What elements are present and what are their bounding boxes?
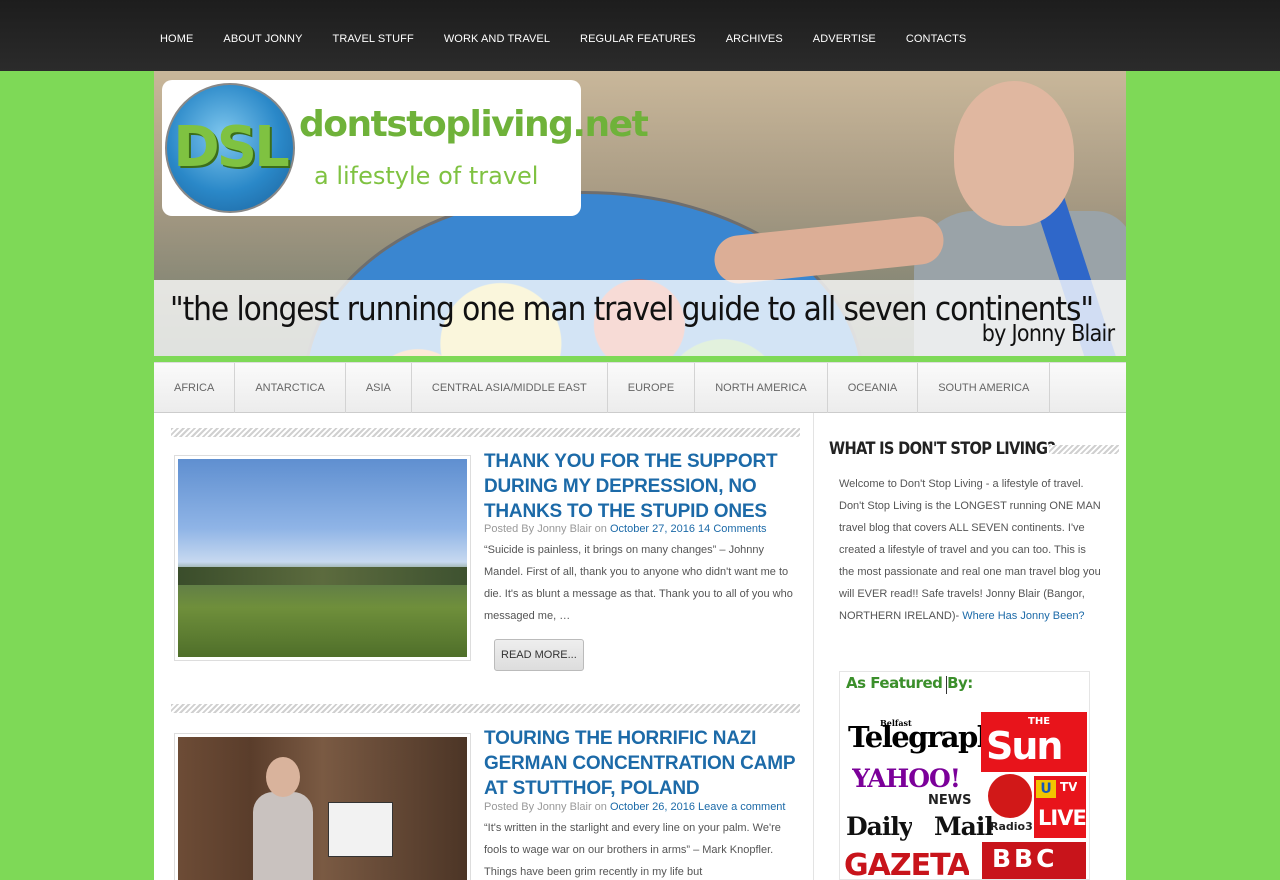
divider-stripe	[171, 704, 800, 713]
logo-daily-mail-mail: Mail	[934, 812, 993, 841]
header-banner[interactable]: DSL dontstopliving.net a lifestyle of tr…	[154, 71, 1126, 356]
post-excerpt: “It's written in the starlight and every…	[484, 822, 781, 878]
featured-by-banner[interactable]: As Featured By: Belfast Telegraph THE Su…	[839, 671, 1090, 880]
region-nav-item[interactable]: OCEANIA	[828, 363, 919, 413]
post-title[interactable]: THANK YOU FOR THE SUPPORT DURING MY DEPR…	[484, 449, 804, 524]
banner-person-arm	[712, 214, 946, 286]
logo-daily-mail-daily: Daily	[846, 812, 913, 841]
post-comments-link[interactable]: Leave a comment	[698, 801, 785, 813]
post-date-link[interactable]: October 26, 2016	[610, 801, 695, 813]
top-nav-item[interactable]: TRAVEL STUFF	[318, 33, 429, 45]
divider-stripe	[1049, 445, 1119, 454]
post-meta: Posted By Jonny Blair on October 26, 201…	[484, 801, 785, 813]
logo-site-name: dontstopliving.net	[299, 104, 649, 145]
banner-person-head	[954, 81, 1074, 226]
post-excerpt: “Suicide is painless, it brings on many …	[484, 544, 793, 622]
logo-belfast-telegraph: Telegraph	[848, 720, 997, 754]
divider-stripe	[171, 428, 800, 437]
photo-sign	[328, 802, 393, 857]
region-nav: AFRICA ANTARCTICA ASIA CENTRAL ASIA/MIDDLE …	[154, 362, 1126, 413]
top-nav-list: HOME ABOUT JONNY TRAVEL STUFF WORK AND TRAV…	[145, 33, 981, 45]
post-title[interactable]: TOURING THE HORRIFIC NAZI GERMAN CONCENT…	[484, 726, 804, 801]
post-image-landscape	[178, 459, 467, 657]
read-more-button[interactable]: READ MORE...	[494, 639, 584, 671]
top-nav-item[interactable]: ADVERTISE	[798, 33, 891, 45]
top-nav-item[interactable]: ABOUT JONNY	[208, 33, 317, 45]
logo-radio3: Radio3	[990, 820, 1033, 833]
widget-title: WHAT IS DON'T STOP LIVING?	[829, 439, 1056, 459]
region-nav-item[interactable]: CENTRAL ASIA/MIDDLE EAST	[412, 363, 608, 413]
post-date-link[interactable]: October 27, 2016	[610, 523, 695, 535]
logo-site-tagline: a lifestyle of travel	[314, 162, 539, 190]
sidebar: WHAT IS DON'T STOP LIVING? Welcome to Do…	[813, 413, 1126, 880]
region-nav-item[interactable]: ASIA	[346, 363, 412, 413]
post-thumbnail[interactable]	[174, 733, 471, 880]
widget-intro-text: Welcome to Don't Stop Living - a lifesty…	[839, 478, 1101, 622]
post-thumbnail[interactable]	[174, 455, 471, 661]
post-meta-prefix: Posted By Jonny Blair on	[484, 801, 607, 813]
site-logo[interactable]: DSL dontstopliving.net a lifestyle of tr…	[162, 80, 649, 216]
radio3-circle-icon	[988, 774, 1032, 818]
logo-the-sun: Sun	[986, 724, 1062, 768]
top-nav-item[interactable]: WORK AND TRAVEL	[429, 33, 565, 45]
logo-yahoo-news: NEWS	[928, 793, 972, 808]
region-nav-item[interactable]: SOUTH AMERICA	[918, 363, 1051, 413]
logo-mark: DSL	[173, 115, 290, 180]
photo-person	[253, 792, 313, 880]
top-nav-item[interactable]: REGULAR FEATURES	[565, 33, 711, 45]
post-meta: Posted By Jonny Blair on October 27, 201…	[484, 523, 767, 535]
featured-cursor-line	[946, 676, 947, 694]
post-meta-prefix: Posted By Jonny Blair on	[484, 523, 607, 535]
widget-intro: Welcome to Don't Stop Living - a lifesty…	[839, 473, 1101, 627]
logo-globe-icon: DSL	[165, 83, 295, 213]
logo-utv-u: U	[1036, 780, 1056, 798]
top-nav-item[interactable]: CONTACTS	[891, 33, 981, 45]
photo-person-head	[266, 757, 300, 797]
logo-utv-live: LIVE	[1038, 806, 1086, 830]
logo-utv-tv: TV	[1060, 780, 1078, 794]
region-nav-item[interactable]: AFRICA	[154, 363, 236, 413]
top-nav-item[interactable]: HOME	[145, 33, 208, 45]
banner-quote: "the longest running one man travel guid…	[170, 289, 1094, 328]
logo-yahoo: YAHOO!	[852, 764, 960, 793]
main-content: THANK YOU FOR THE SUPPORT DURING MY DEPR…	[154, 413, 813, 880]
banner-byline: by Jonny Blair	[981, 321, 1114, 347]
top-nav-item[interactable]: ARCHIVES	[711, 33, 798, 45]
post-comments-link[interactable]: 14 Comments	[698, 523, 766, 535]
region-nav-item[interactable]: NORTH AMERICA	[695, 363, 828, 413]
where-has-jonny-been-link[interactable]: Where Has Jonny Been?	[962, 610, 1084, 622]
top-nav: HOME ABOUT JONNY TRAVEL STUFF WORK AND TRAV…	[0, 0, 1280, 71]
region-nav-item[interactable]: ANTARCTICA	[235, 363, 346, 413]
featured-title: As Featured By:	[846, 674, 973, 692]
post-image-hut	[178, 737, 467, 880]
region-nav-item[interactable]: EUROPE	[608, 363, 696, 413]
logo-gazeta: GAZETA	[844, 848, 970, 880]
logo-bbc: BBC	[992, 844, 1058, 873]
